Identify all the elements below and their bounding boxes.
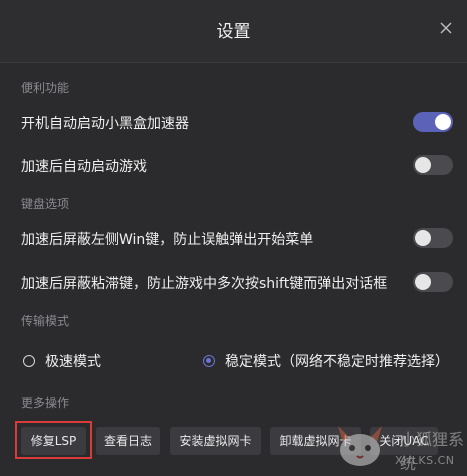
radio-dot [23, 355, 35, 367]
section-keyboard: 键盘选项 [21, 197, 70, 211]
radio-stable-mode[interactable]: 稳定模式（网络不稳定时推荐选择） [203, 351, 449, 371]
toggle-knob [415, 230, 431, 246]
autogame-toggle[interactable] [413, 155, 453, 175]
dialog-title: 设置 [216, 22, 251, 42]
section-more: 更多操作 [21, 396, 70, 410]
watermark-site: XHLKS.CN [395, 454, 455, 467]
block-win-label: 加速后屏蔽左侧Win键，防止误触弹出开始菜单 [21, 232, 314, 248]
autostart-label: 开机自动启动小黑盒加速器 [21, 116, 189, 132]
block-sticky-toggle[interactable] [413, 272, 453, 292]
fast-mode-label: 极速模式 [45, 354, 101, 370]
section-convenience: 便利功能 [21, 81, 70, 95]
toggle-knob [415, 274, 431, 290]
toggle-knob [415, 157, 431, 173]
dialog-header: 设置 [0, 0, 467, 62]
radio-dot [203, 355, 215, 367]
header-divider [0, 62, 467, 63]
radio-fast-mode[interactable]: 极速模式 [23, 351, 101, 371]
view-log-button[interactable]: 查看日志 [96, 427, 160, 455]
autostart-toggle[interactable] [413, 112, 453, 132]
close-uac-button[interactable]: 关闭UAC [370, 427, 438, 455]
install-nic-button[interactable]: 安装虚拟网卡 [170, 427, 261, 455]
block-sticky-label: 加速后屏蔽粘滞键，防止游戏中多次按shift键而弹出对话框 [21, 276, 388, 292]
block-win-toggle[interactable] [413, 228, 453, 248]
stable-mode-label: 稳定模式（网络不稳定时推荐选择） [225, 354, 449, 370]
toggle-knob [435, 114, 451, 130]
autogame-label: 加速后自动启动游戏 [21, 159, 147, 175]
section-transport: 传输模式 [21, 314, 70, 328]
repair-lsp-button[interactable]: 修复LSP [21, 427, 86, 455]
uninstall-nic-button[interactable]: 卸载虚拟网卡 [270, 427, 361, 455]
close-icon[interactable] [436, 18, 456, 38]
